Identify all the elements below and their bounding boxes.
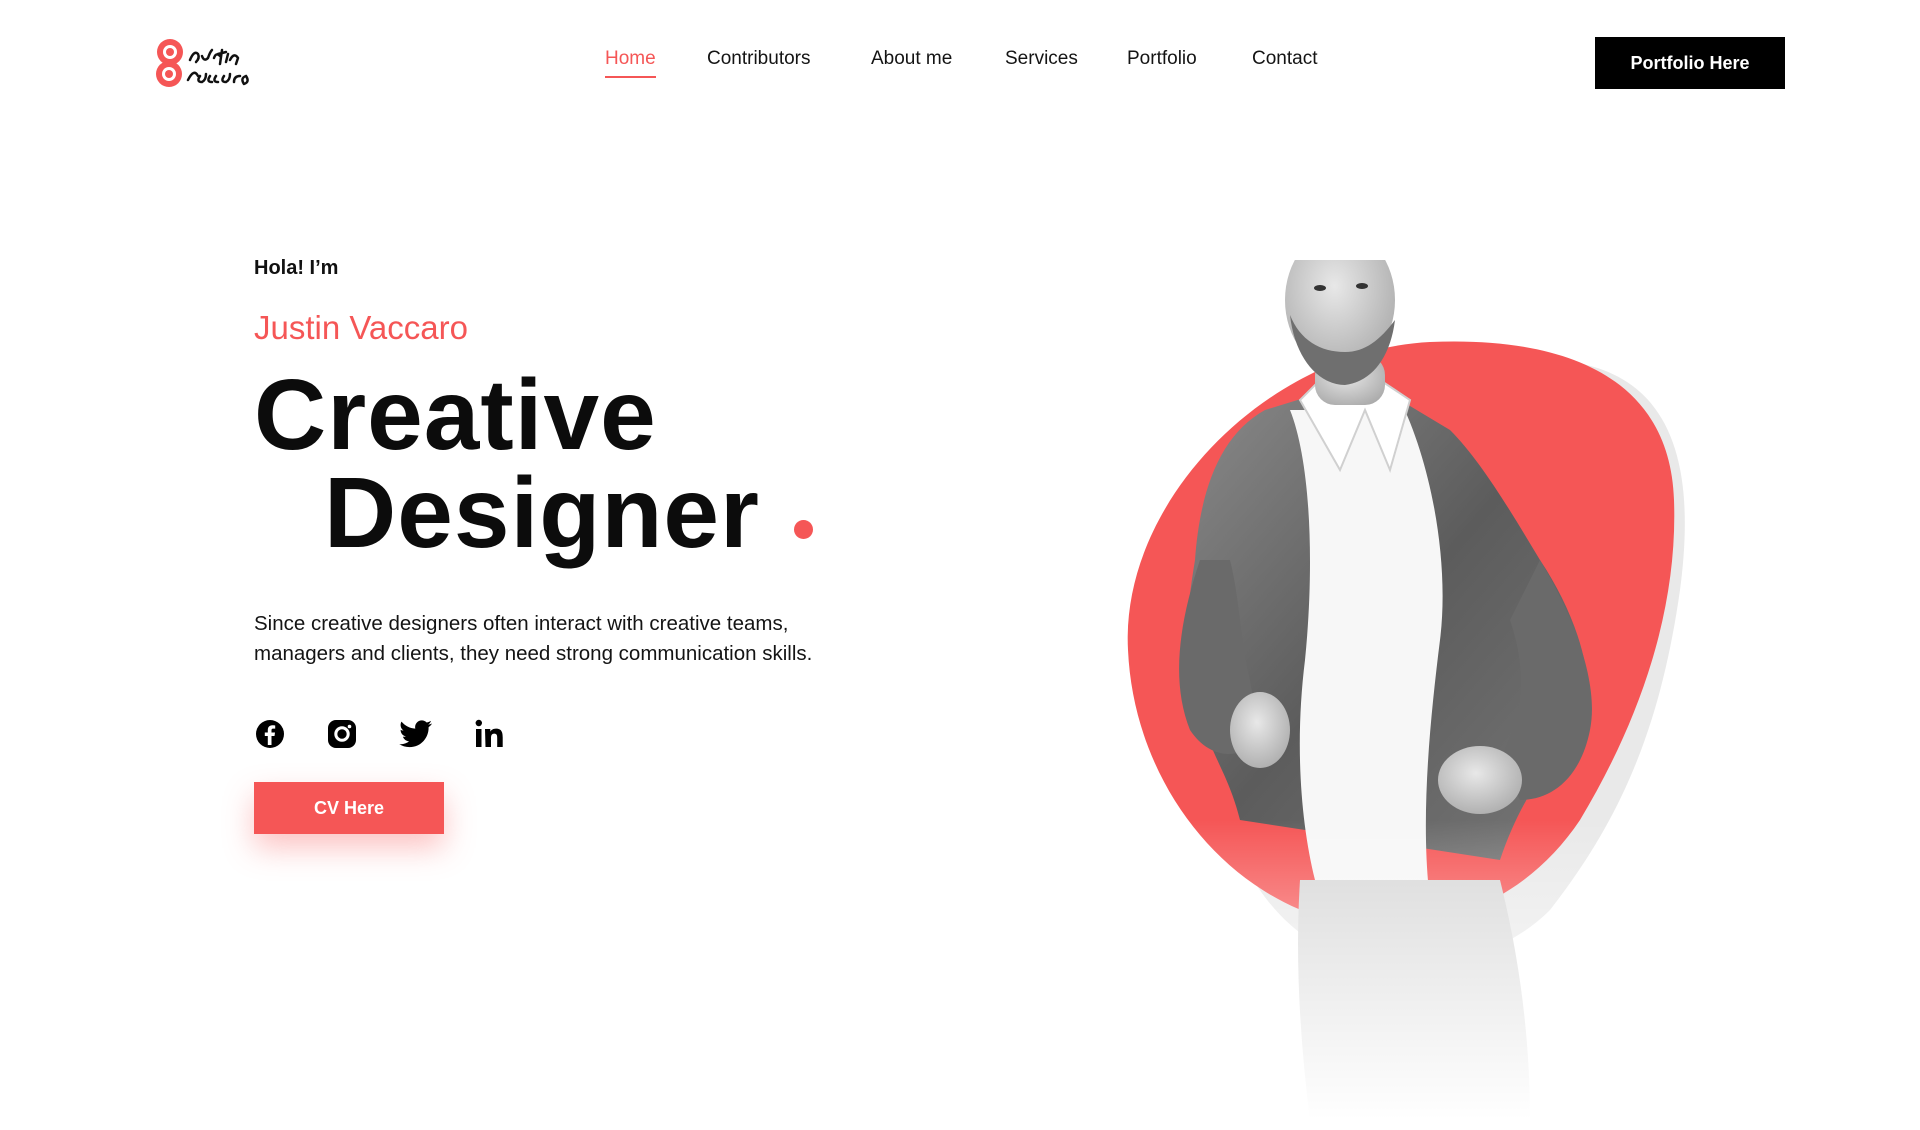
logo-script xyxy=(186,48,249,86)
hero-title-line2: Designer xyxy=(324,457,760,569)
hero-greeting: Hola! I’m xyxy=(254,257,339,279)
hero-name: Justin Vaccaro xyxy=(254,309,468,346)
left-eye xyxy=(1314,285,1326,291)
nav-contact[interactable]: Contact xyxy=(1252,48,1317,70)
hero-title-line1: Creative xyxy=(254,359,657,471)
linkedin-icon[interactable] xyxy=(474,718,506,750)
portfolio-here-button[interactable]: Portfolio Here xyxy=(1595,37,1785,89)
left-hand xyxy=(1230,692,1290,768)
accent-dot xyxy=(794,520,813,539)
hero-portrait xyxy=(1100,260,1700,1120)
nav-contributors[interactable]: Contributors xyxy=(707,48,811,70)
instagram-icon[interactable] xyxy=(326,718,358,750)
nav-home[interactable]: Home xyxy=(605,48,656,78)
twitter-icon[interactable] xyxy=(398,718,434,750)
hero-description: Since creative designers often interact … xyxy=(254,611,813,665)
right-eye xyxy=(1356,283,1368,289)
logo-mark xyxy=(156,39,183,87)
nav-about-me[interactable]: About me xyxy=(871,48,952,70)
cv-here-button[interactable]: CV Here xyxy=(254,782,444,834)
bottom-fade xyxy=(1100,820,1700,1120)
facebook-icon[interactable] xyxy=(254,718,286,750)
nav-services[interactable]: Services xyxy=(1005,48,1078,70)
logo[interactable] xyxy=(152,36,262,92)
right-hand xyxy=(1438,746,1522,814)
nav-portfolio[interactable]: Portfolio xyxy=(1127,48,1197,70)
